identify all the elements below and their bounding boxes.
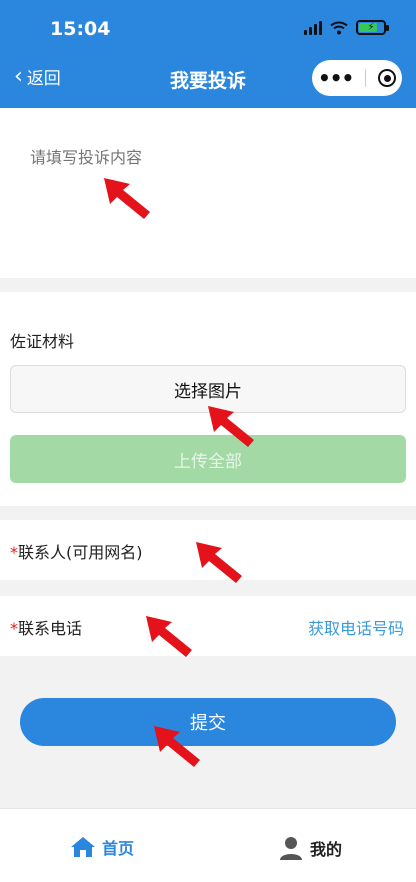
capsule-divider [365, 69, 367, 87]
red-arrow-icon [208, 406, 254, 447]
submit-button[interactable]: 提交 [20, 698, 396, 746]
tab-bar: 首页 我的 [0, 808, 416, 882]
tab-mine[interactable]: 我的 [278, 835, 342, 861]
battery-icon: ⚡ [356, 20, 389, 35]
evidence-title: 佐证材料 [10, 332, 75, 351]
red-arrow-icon [154, 726, 200, 767]
phone-label-text: 联系电话 [18, 619, 83, 638]
user-icon [280, 837, 302, 860]
mini-program-capsule: ••• [312, 60, 402, 96]
tab-home[interactable]: 首页 [70, 835, 134, 859]
red-arrow-icon [146, 616, 192, 657]
complaint-content-card [0, 108, 416, 278]
required-mark: * [10, 619, 18, 638]
tab-home-label: 首页 [102, 839, 135, 858]
contact-label: *联系人(可用网名) [10, 539, 143, 563]
more-dots-icon[interactable]: ••• [318, 66, 354, 90]
target-icon[interactable] [378, 69, 397, 87]
evidence-card: 佐证材料 选择图片 上传全部 [0, 292, 416, 506]
header: 15:04 ⚡ ‹ 返回 我要投诉 ••• [0, 0, 416, 108]
get-phone-number-link[interactable]: 获取电话号码 [308, 615, 404, 639]
home-icon [71, 837, 95, 857]
signal-icon [304, 20, 322, 35]
tab-mine-label: 我的 [310, 840, 343, 859]
wifi-icon [330, 21, 348, 34]
phone-row: *联系电话 获取电话号码 [0, 596, 416, 656]
red-arrow-icon [196, 542, 242, 583]
contact-input[interactable] [292, 536, 402, 564]
phone-label: *联系电话 [10, 615, 82, 639]
status-icons: ⚡ [304, 20, 389, 35]
red-arrow-icon [104, 178, 150, 219]
complaint-content-input[interactable] [30, 144, 390, 264]
status-time: 15:04 [50, 18, 111, 40]
required-mark: * [10, 543, 18, 562]
contact-label-text: 联系人(可用网名) [18, 543, 143, 562]
